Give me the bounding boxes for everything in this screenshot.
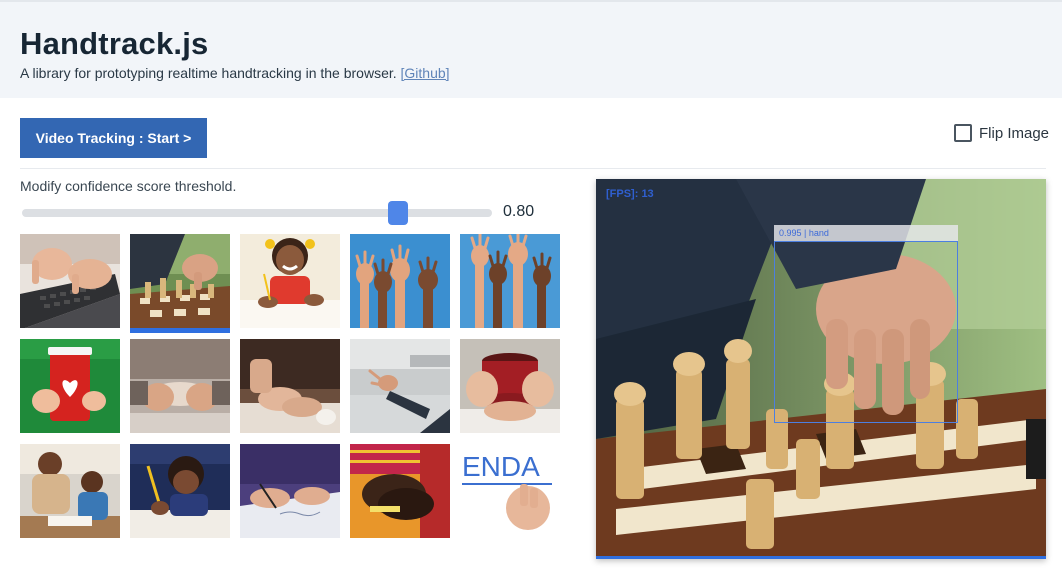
flip-image-checkbox[interactable]: Flip Image — [954, 124, 1049, 142]
thumbnail-hand-reaching[interactable] — [350, 339, 450, 433]
hand-detection-box — [774, 241, 958, 423]
thumbnail-image — [350, 339, 450, 433]
thumbnail-image — [460, 234, 560, 328]
subtitle-text: A library for prototyping realtime handt… — [20, 65, 397, 81]
thumbnail-holding-mug[interactable] — [460, 339, 560, 433]
thumbnail-raised-hands-2[interactable] — [460, 234, 560, 328]
thumbnail-hands-writing[interactable] — [240, 444, 340, 538]
thumbnail-girl-writing[interactable] — [240, 234, 340, 328]
page-title: Handtrack.js — [20, 26, 209, 61]
thumbnail-writing-on-board[interactable]: ENDA — [460, 444, 560, 538]
slider-track[interactable] — [22, 209, 492, 217]
video-bottom-bar — [596, 556, 1046, 559]
thumbnail-image — [240, 234, 340, 328]
thumbnail-image — [20, 234, 120, 328]
thumbnail-image — [350, 234, 450, 328]
thumbnail-typing-on-laptop[interactable] — [20, 234, 120, 328]
thumbnail-holding-red-cup[interactable] — [20, 339, 120, 433]
thumbnail-clasped-hands[interactable] — [350, 444, 450, 538]
threshold-value: 0.80 — [503, 203, 535, 220]
checkbox-icon[interactable] — [954, 124, 972, 142]
selected-indicator — [130, 328, 230, 333]
video-tracking-start-button[interactable]: Video Tracking : Start > — [20, 118, 207, 158]
thumbnail-father-son-homework[interactable] — [20, 444, 120, 538]
thumbnail-hands-holding-phone[interactable] — [130, 339, 230, 433]
thumbnail-image — [130, 234, 230, 328]
board-text: ENDA — [462, 451, 540, 482]
thumbnail-hands-on-table[interactable] — [240, 339, 340, 433]
thumbnail-image — [20, 444, 120, 538]
page-header: Handtrack.js A library for prototyping r… — [0, 0, 1062, 98]
divider — [20, 168, 1046, 169]
thumbnail-raised-hands-1[interactable] — [350, 234, 450, 328]
thumbnail-image — [350, 444, 450, 538]
thumbnail-boy-writing[interactable] — [130, 444, 230, 538]
fps-counter: [FPS]: 13 — [606, 188, 654, 200]
flip-image-label: Flip Image — [979, 124, 1050, 142]
thumbnail-image — [460, 339, 560, 433]
slider-handle[interactable] — [388, 201, 408, 225]
github-link[interactable]: [Github] — [401, 65, 450, 81]
video-canvas: [FPS]: 13 0.995 | hand — [596, 179, 1046, 559]
thumbnail-image — [240, 444, 340, 538]
threshold-label: Modify confidence score threshold. — [20, 178, 237, 194]
detection-label: 0.995 | hand — [779, 228, 829, 238]
threshold-slider[interactable] — [20, 201, 492, 225]
thumbnail-image — [20, 339, 120, 433]
thumbnail-image — [130, 339, 230, 433]
thumbnail-image — [130, 444, 230, 538]
thumbnail-chess-hand[interactable] — [130, 234, 230, 333]
thumbnail-image: ENDA — [460, 444, 560, 538]
page-subtitle: A library for prototyping realtime handt… — [20, 65, 450, 81]
thumbnail-image — [240, 339, 340, 433]
